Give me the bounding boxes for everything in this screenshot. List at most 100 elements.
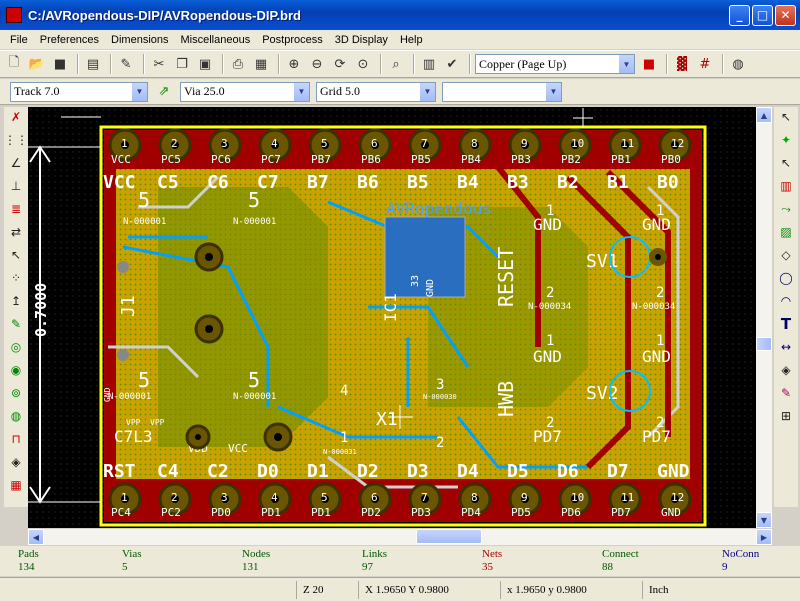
auto-delete-track-icon[interactable]: ↥ (6, 291, 26, 311)
module-editor-icon[interactable]: ✎ (116, 54, 136, 74)
menu-postprocess[interactable]: Postprocess (256, 34, 329, 46)
zoom-select[interactable]: ▼ (442, 81, 562, 102)
scroll-right-icon[interactable]: ▶ (756, 529, 772, 545)
netlist-icon[interactable]: ▥ (419, 54, 439, 74)
minimize-button[interactable]: _ (729, 4, 750, 26)
add-mires-icon[interactable]: ◈ (776, 360, 796, 380)
track-width-select[interactable]: Track 7.0 ▼ (10, 81, 148, 102)
autoplace-icon[interactable]: ▓ (672, 54, 692, 74)
chevron-down-icon[interactable]: ▼ (618, 55, 634, 73)
microwave-icon[interactable]: ◈ (6, 452, 26, 472)
scroll-down-icon[interactable]: ▼ (756, 512, 772, 528)
pin-net: PB4 (461, 153, 481, 166)
layer-select[interactable]: Copper (Page Up) ▼ (475, 54, 635, 74)
pin-net: VCC (111, 153, 131, 166)
maximize-button[interactable]: □ (752, 4, 773, 26)
invisible-text-icon[interactable]: ⊓ (6, 429, 26, 449)
scroll-left-icon[interactable]: ◀ (28, 529, 44, 545)
cut-icon[interactable]: ✂ (149, 54, 169, 74)
pin-net: PC7 (261, 153, 281, 166)
stat-label: NoConn (722, 548, 760, 560)
add-circle-icon[interactable]: ◯ (776, 268, 796, 288)
delete-icon[interactable]: ✎ (776, 383, 796, 403)
stat-links: Links 97 (362, 548, 387, 574)
drc-off-icon[interactable]: ✗ (6, 107, 26, 127)
layer-pair-icon[interactable]: ■ (639, 54, 659, 74)
pin-net: PC2 (161, 506, 181, 519)
local-ratsnest-icon[interactable]: ↖ (776, 153, 796, 173)
chevron-down-icon[interactable]: ▼ (545, 82, 561, 101)
add-arc-icon[interactable]: ◠ (776, 291, 796, 311)
units-inch-icon[interactable]: ⊥ (6, 176, 26, 196)
ratsnest-icon[interactable]: ↖ (6, 245, 26, 265)
stat-value: 35 (482, 561, 493, 573)
reset-label: RESET (494, 247, 518, 307)
chevron-down-icon[interactable]: ▼ (419, 82, 435, 101)
silk-label: GND (657, 461, 690, 482)
module-ratsnest-icon[interactable]: ⁘ (6, 268, 26, 288)
grid-value: Grid 5.0 (320, 84, 360, 98)
open-icon[interactable]: 📂 (27, 54, 47, 74)
find-icon[interactable]: ⌕ (386, 54, 406, 74)
redraw-icon[interactable]: ⟳ (330, 54, 350, 74)
page-settings-icon[interactable]: ▤ (83, 54, 103, 74)
via-size-select[interactable]: Via 25.0 ▼ (180, 81, 310, 102)
add-dimension-icon[interactable]: ↔ (776, 337, 796, 357)
add-module-icon[interactable]: ▥ (776, 176, 796, 196)
copy-icon[interactable]: ❐ (172, 54, 192, 74)
horizontal-scroll-thumb[interactable] (416, 529, 482, 544)
cursor-shape-icon[interactable]: ⇄ (6, 222, 26, 242)
new-board-icon[interactable]: 🗋 (4, 54, 24, 74)
pin-net: PB1 (611, 153, 631, 166)
zoom-status: Z 20 (296, 581, 356, 599)
window-title: C:/AVRopendous-DIP/AVRopendous-DIP.brd (28, 7, 301, 23)
grid-origin-icon[interactable]: ⊞ (776, 406, 796, 426)
high-contrast-icon[interactable]: ◍ (6, 406, 26, 426)
vias-sketch-icon[interactable]: ◉ (6, 360, 26, 380)
close-button[interactable]: ✕ (775, 4, 796, 26)
grid-display-icon[interactable]: ⋮⋮ (4, 130, 28, 150)
board-info-panel: Pads 134 Vias 5 Nodes 131 Links 97 Nets 35 Connect… (0, 546, 800, 576)
tracks-sketch-icon[interactable]: ⊚ (6, 383, 26, 403)
add-tracks-icon[interactable]: ⤳ (776, 199, 796, 219)
polar-coords-icon[interactable]: ∠ (6, 153, 26, 173)
chevron-down-icon[interactable]: ▼ (131, 82, 147, 101)
scroll-up-icon[interactable]: ▲ (756, 107, 772, 123)
zoom-in-icon[interactable]: ⊕ (284, 54, 304, 74)
print-icon[interactable]: ⎙ (228, 54, 248, 74)
vertical-scrollbar[interactable]: ▲ ▼ (756, 107, 772, 528)
auto-track-width-icon[interactable]: ⇗ (154, 82, 174, 102)
menu-file[interactable]: File (4, 34, 34, 46)
menu-help[interactable]: Help (394, 34, 429, 46)
add-polygon-icon[interactable]: ◇ (776, 245, 796, 265)
units-mm-icon[interactable]: ≣ (6, 199, 26, 219)
zoom-auto-icon[interactable]: ⊙ (353, 54, 373, 74)
zoom-out-icon[interactable]: ⊖ (307, 54, 327, 74)
pads-sketch-icon[interactable]: ◎ (6, 337, 26, 357)
chevron-down-icon[interactable]: ▼ (293, 82, 309, 101)
vertical-scroll-thumb[interactable] (756, 337, 772, 351)
add-zones-icon[interactable]: ▨ (776, 222, 796, 242)
drc-icon[interactable]: ✔ (442, 54, 462, 74)
web-icon[interactable]: ◍ (728, 54, 748, 74)
menu-miscellaneous[interactable]: Miscellaneous (175, 34, 257, 46)
menu-3d-display[interactable]: 3D Display (329, 34, 394, 46)
pcb-canvas[interactable]: 0.7000 1 VCC 2 PC5 3 PC6 4 PC7 5 PB7 6 PB6 7 PB5 8 PB4 9… (28, 107, 772, 528)
silk-label: B4 (457, 172, 479, 193)
pad-net: PD7 (533, 427, 562, 446)
pad-number: 33 (410, 275, 421, 287)
highlight-net-icon[interactable]: ✦ (776, 130, 796, 150)
add-text-icon[interactable]: T (776, 314, 796, 334)
save-icon[interactable]: ■ (50, 54, 70, 74)
autoroute-icon[interactable]: # (695, 54, 715, 74)
layers-manager-icon[interactable]: ▦ (6, 475, 26, 495)
menu-dimensions[interactable]: Dimensions (105, 34, 174, 46)
plot-icon[interactable]: ▦ (251, 54, 271, 74)
select-arrow-icon[interactable]: ↖ (776, 107, 796, 127)
horizontal-scrollbar[interactable]: ◀ ▶ (28, 528, 772, 545)
show-zones-icon[interactable]: ✎ (6, 314, 26, 334)
paste-icon[interactable]: ▣ (195, 54, 215, 74)
menu-preferences[interactable]: Preferences (34, 34, 105, 46)
silk-label: D0 (257, 461, 279, 482)
grid-select[interactable]: Grid 5.0 ▼ (316, 81, 436, 102)
